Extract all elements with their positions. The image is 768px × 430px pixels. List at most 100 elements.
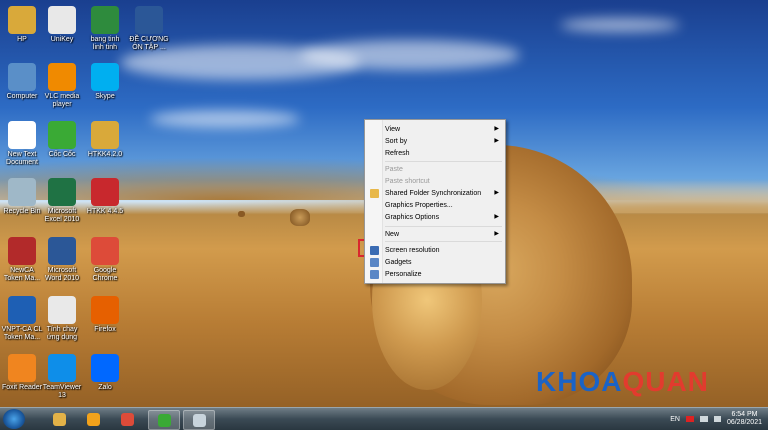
teamviewer-icon [48, 354, 76, 382]
excel-icon [48, 178, 76, 206]
word-icon [48, 237, 76, 265]
app-grid-icon [48, 296, 76, 324]
menu-item-graphics-options[interactable]: Graphics Options ▶ [385, 212, 501, 223]
menu-item-label: Paste shortcut [385, 178, 430, 185]
menu-item-new[interactable]: New ▶ [385, 229, 501, 240]
desktop-icon[interactable]: ĐỀ CƯƠNG ÔN TẬP ... [124, 6, 174, 52]
excel-file-icon [91, 6, 119, 34]
watermark-logo: KHOAQUAN [536, 366, 709, 398]
menu-item-gadgets[interactable]: Gadgets [370, 257, 501, 268]
taskbar: EN 6:54 PM 06/28/2021 [0, 407, 768, 430]
folder-icon [8, 6, 36, 34]
language-indicator[interactable]: EN [670, 416, 680, 423]
folder-icon [91, 121, 119, 149]
desktop-icon[interactable]: HTKK4.2.0 [80, 121, 130, 159]
menu-item-personalize[interactable]: Personalize [370, 269, 501, 280]
taskbar-media-player-button[interactable] [78, 410, 108, 428]
menu-item-screen-resolution[interactable]: Screen resolution [370, 245, 501, 256]
menu-item-shared-folder-synchronization[interactable]: Shared Folder Synchronization ▶ [370, 188, 501, 199]
hay-bale-small [290, 209, 310, 226]
foxit-icon [8, 354, 36, 382]
menu-item-label: Graphics Properties... [385, 202, 453, 209]
vlc-icon [48, 63, 76, 91]
menu-separator [385, 161, 502, 162]
taskbar-coccoc-button[interactable] [148, 410, 180, 430]
menu-item-refresh[interactable]: Refresh [385, 148, 501, 159]
media-player-icon [86, 412, 100, 426]
system-tray: EN 6:54 PM 06/28/2021 [670, 410, 762, 428]
taskbar-explorer-button[interactable] [44, 410, 74, 428]
submenu-arrow-icon: ▶ [494, 214, 499, 220]
desktop-icon-label: Skype [95, 93, 115, 100]
desktop-icon[interactable]: Skype [80, 63, 130, 101]
hay-bale-distant [238, 211, 245, 217]
newca-icon [8, 237, 36, 265]
sync-icon [370, 189, 379, 198]
watermark-part1: KHOA [536, 366, 623, 397]
flag-icon[interactable] [685, 416, 694, 422]
desktop-icon[interactable]: Zalo [80, 354, 130, 392]
menu-item-paste-shortcut[interactable]: Paste shortcut [385, 176, 501, 187]
coccoc-icon [157, 413, 171, 427]
vnpt-icon [8, 296, 36, 324]
firefox-icon [91, 296, 119, 324]
clock-time: 6:54 PM [731, 411, 758, 418]
menu-item-label: Graphics Options [385, 214, 440, 221]
clock[interactable]: 6:54 PM 06/28/2021 [727, 411, 762, 427]
text-document-icon [8, 121, 36, 149]
desktop-icon-label: Google Chrome [92, 267, 118, 282]
desktop-icon[interactable]: bang tinh linh tinh [80, 6, 130, 52]
desktop-icon-label: HTKK 4.4.5 [86, 208, 124, 215]
menu-item-label: Sort by [385, 138, 408, 145]
volume-icon[interactable] [713, 416, 721, 422]
menu-item-label: Screen resolution [385, 247, 440, 254]
clock-date: 06/28/2021 [726, 419, 762, 426]
menu-item-label: Personalize [385, 271, 422, 278]
desktop-icon-label: bang tinh linh tinh [90, 36, 120, 51]
menu-item-label: Shared Folder Synchronization [385, 190, 482, 197]
zalo-icon [91, 354, 119, 382]
watermark-part2: QUAN [622, 366, 709, 397]
desktop-icon[interactable]: Firefox [80, 296, 130, 334]
skype-icon [91, 63, 119, 91]
desktop-icon-label: Zalo [98, 384, 112, 391]
cloud [560, 18, 680, 32]
menu-item-graphics-properties[interactable]: Graphics Properties... [385, 200, 501, 211]
menu-item-paste[interactable]: Paste [385, 164, 501, 175]
chrome-icon [120, 412, 134, 426]
coccoc-icon [48, 121, 76, 149]
desktop-icon-label: ĐỀ CƯƠNG ÔN TẬP ... [129, 36, 169, 51]
menu-separator [385, 226, 502, 227]
folder-icon [52, 412, 66, 426]
submenu-arrow-icon: ▶ [494, 126, 499, 132]
submenu-arrow-icon: ▶ [494, 231, 499, 237]
menu-item-label: View [385, 126, 401, 133]
network-icon[interactable] [699, 416, 708, 422]
unikey-icon [48, 6, 76, 34]
cloud [150, 110, 300, 128]
desktop-icon[interactable]: Google Chrome [80, 237, 130, 283]
snipping-icon [192, 413, 206, 427]
submenu-arrow-icon: ▶ [494, 190, 499, 196]
htkk-icon [91, 178, 119, 206]
taskbar-snipping-button[interactable] [183, 410, 215, 430]
submenu-arrow-icon: ▶ [494, 138, 499, 144]
context-menu: View ▶ Sort by ▶ Refresh Paste Paste shortcut S… [364, 119, 506, 284]
menu-item-label: New [385, 231, 400, 238]
computer-icon [8, 63, 36, 91]
menu-item-view[interactable]: View ▶ [385, 124, 501, 135]
gadgets-icon [370, 258, 379, 267]
menu-item-label: Gadgets [385, 259, 412, 266]
recycle-bin-icon [8, 178, 36, 206]
taskbar-chrome-button[interactable] [112, 410, 142, 428]
desktop-icon-label: Firefox [94, 326, 116, 333]
display-icon [370, 246, 379, 255]
word-file-icon [135, 6, 163, 34]
menu-item-sort-by[interactable]: Sort by ▶ [385, 136, 501, 147]
chrome-icon [91, 237, 119, 265]
desktop-icon[interactable]: HTKK 4.4.5 [80, 178, 130, 216]
desktop-icon-label: HTKK4.2.0 [87, 151, 123, 158]
menu-item-label: Paste [385, 166, 403, 173]
start-button[interactable] [3, 409, 25, 429]
menu-separator [385, 241, 502, 242]
